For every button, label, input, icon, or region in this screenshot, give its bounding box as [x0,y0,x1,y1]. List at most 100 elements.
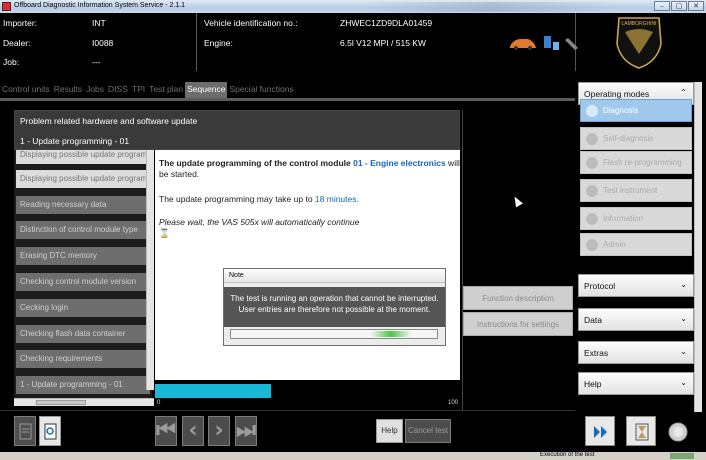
document-icon[interactable] [39,416,61,446]
list-item[interactable]: Displaying possible update program [16,170,150,188]
busy-glow [371,331,411,337]
maximize-button[interactable]: ▢ [671,1,687,11]
operating-modes-label: Operating modes [584,89,650,99]
vin-label: Vehicle identification no.: [204,18,298,28]
mode-label: Test instrument [603,186,658,195]
wait-message: Please wait, the VAS 505x will automatic… [159,217,360,227]
close-window-button[interactable]: ✕ [688,1,704,11]
protocol-label: Protocol [584,281,616,291]
list-item[interactable]: Checking flash data container [16,325,150,343]
problem-subtitle: 1 - Update programming - 01 [20,136,130,146]
next-step-icon[interactable]: › [208,416,230,446]
problem-header: Problem related hardware and software up… [14,110,460,150]
window-title: Offboard Diagnostic Information System S… [14,2,186,9]
title-decoration [360,2,620,12]
tab-sequence[interactable]: Sequence [185,82,228,98]
update-message: The update programming of the control mo… [159,158,460,169]
step-list-scrollbar[interactable] [146,150,154,390]
duration-value: 18 minutes. [314,194,359,204]
mode-admin[interactable]: Admin [580,233,692,256]
minimize-button[interactable]: – [654,1,670,11]
mode-label: Flash re-programming [603,158,682,167]
status-bar: Execution of the test [0,452,706,460]
tab-special-functions[interactable]: Special functions [227,82,295,98]
list-item[interactable]: Displaying possible update program [16,150,150,164]
list-item[interactable]: Distinction of control module type [16,221,150,239]
message-part: The update programming of the control mo… [159,158,354,168]
instructions-button[interactable]: Instructions for settings [463,312,573,336]
message-part: will [445,158,460,168]
print-icon[interactable] [14,416,36,446]
dealer-info: Importer: INT Dealer: I0088 Job: --- [0,13,197,71]
message-continued: be started. [159,169,200,179]
mode-label: Information [603,214,644,223]
tabs-divider [0,98,575,101]
test-instrument-icon [586,185,598,197]
cable-icon [565,38,578,50]
data-label: Data [584,315,602,325]
engine-value: 6.5l V12 MPI / 515 KW [340,38,426,48]
sequence-step-list: Displaying possible update program Displ… [14,150,152,398]
mode-diagnosis[interactable]: Diagnosis [580,99,692,122]
tab-test-plan[interactable]: Test plan [147,82,185,98]
mode-flash-reprogramming[interactable]: Flash re-programming [580,151,692,174]
tab-tpi[interactable]: TPI [130,82,147,98]
information-icon [586,213,598,225]
lamborghini-logo: LAMBORGHINI [587,14,691,71]
list-item[interactable]: Checking control module version [16,273,150,291]
extras-label: Extras [584,348,609,358]
data-section[interactable]: Data ⌄ [578,308,694,331]
list-item[interactable]: Cecking login [16,299,150,317]
importer-label: Importer: [3,18,38,28]
mode-label: Self-diagnosis [603,134,654,143]
forward-icon[interactable] [585,416,615,446]
help-label: Help [584,379,602,389]
tab-jobs[interactable]: Jobs [84,82,106,98]
progress-min: 0 [157,400,161,406]
status-indicator [670,453,694,459]
collapse-icon: ⌃ [680,88,687,97]
protocol-section[interactable]: Protocol ⌄ [578,274,694,297]
help-button[interactable]: Help [376,419,403,443]
first-step-icon[interactable]: ⏮ [155,416,177,446]
window-controls: – ▢ ✕ [654,1,704,11]
mode-self-diagnosis[interactable]: Self-diagnosis [580,127,692,150]
extras-section[interactable]: Extras ⌄ [578,341,694,364]
operating-modes-scrollbar[interactable] [694,82,702,412]
diagnosis-icon [586,105,598,117]
device-icon [544,36,551,48]
tab-results[interactable]: Results [52,82,84,98]
list-item[interactable]: Checking requirements [16,350,150,368]
car-icon [510,39,536,48]
main-tabs: Control units Results Jobs DISS TPI Test… [0,82,296,98]
function-description-button[interactable]: Function description [463,286,573,310]
scrollbar-thumb[interactable] [36,400,86,405]
dealer-label: Dealer: [3,38,31,48]
job-label: Job: [3,57,20,67]
flash-icon [586,157,598,169]
mode-information[interactable]: Information [580,207,692,230]
cancel-test-button[interactable]: Cancel test [405,419,451,443]
list-item[interactable]: 1 - Update programming - 01 [16,376,150,394]
expand-icon: ⌄ [680,280,687,289]
control-module-name: 01 - Engine electronics [353,158,446,168]
self-diagnosis-icon [586,133,598,145]
expand-icon: ⌄ [680,378,687,387]
list-item[interactable]: Erasing DTC memory [16,247,150,265]
step-list-horizontal-scrollbar[interactable] [14,398,154,406]
expand-icon: ⌄ [680,347,687,356]
svg-text:LAMBORGHINI: LAMBORGHINI [621,21,656,27]
tab-diss[interactable]: DISS [106,82,130,98]
previous-step-icon[interactable]: ‹ [182,416,204,446]
progress-fill [155,384,271,398]
admin-icon [586,239,598,251]
sequence-progress: 0 100 [155,380,460,410]
list-item[interactable]: Reading necessary data [16,196,150,214]
stop-icon[interactable] [662,416,692,446]
hourglass-button-icon[interactable] [626,416,656,446]
last-step-icon[interactable]: ⏭ [235,416,257,446]
tab-control-units[interactable]: Control units [0,82,52,98]
progress-max: 100 [447,400,458,406]
help-section[interactable]: Help ⌄ [578,372,694,395]
mode-test-instrument[interactable]: Test instrument [580,179,692,202]
